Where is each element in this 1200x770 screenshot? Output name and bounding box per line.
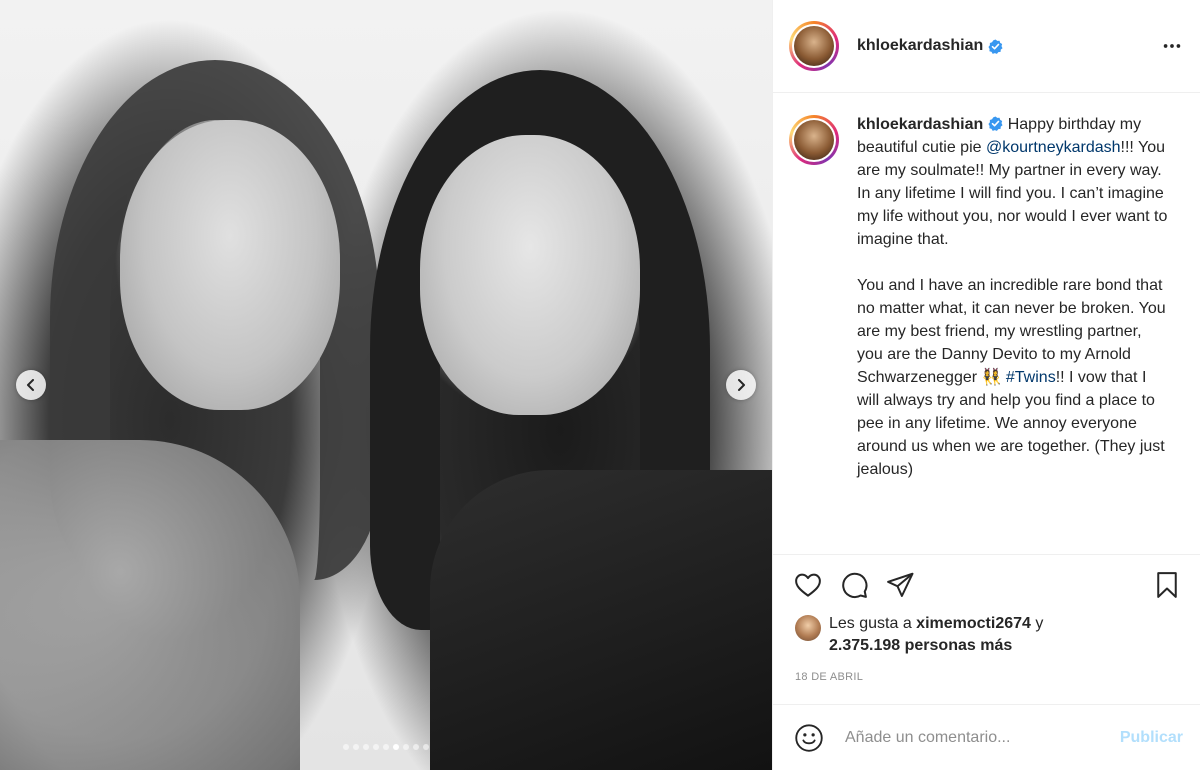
caption-author-avatar[interactable] — [789, 115, 839, 165]
carousel-dot — [353, 744, 359, 750]
publish-button[interactable]: Publicar — [1120, 729, 1183, 747]
likes-middle: y — [1030, 615, 1044, 632]
carousel-dot — [383, 744, 389, 750]
carousel-dot — [403, 744, 409, 750]
chevron-left-icon — [27, 379, 34, 391]
save-button[interactable] — [1150, 568, 1184, 602]
smiley-icon — [795, 723, 823, 752]
post-header: khloekardashian — [773, 0, 1200, 93]
carousel-dot — [363, 744, 369, 750]
carousel-dot — [373, 744, 379, 750]
likes-count-link[interactable]: 2.375.198 personas más — [829, 637, 1012, 654]
like-button[interactable] — [791, 568, 825, 602]
likes-prefix: Les gusta a — [829, 615, 917, 632]
photo-subject-left-face — [120, 120, 340, 410]
photo-subject-right-body — [430, 470, 772, 770]
post-date[interactable]: 18 DE ABRIL — [773, 657, 1200, 683]
carousel-prev-button[interactable] — [16, 370, 46, 400]
liker-username[interactable]: ximemocti2674 — [916, 615, 1031, 632]
caption-username[interactable]: khloekardashian — [857, 116, 983, 133]
post-actions — [773, 555, 1200, 615]
comment-input[interactable] — [845, 728, 1120, 747]
bookmark-icon — [1157, 572, 1177, 598]
carousel-indicator — [0, 744, 772, 750]
post-caption: khloekardashian Happy birthday my beauti… — [857, 113, 1171, 554]
caption-hashtag-link[interactable]: #Twins — [1006, 369, 1056, 386]
photo-subject-left-body — [0, 440, 300, 770]
post-photo[interactable] — [0, 0, 772, 770]
comment-button[interactable] — [837, 568, 871, 602]
carousel-dot — [423, 744, 429, 750]
more-options-button[interactable] — [1160, 34, 1184, 58]
likes-summary: Les gusta a ximemocti2674 y 2.375.198 per… — [773, 613, 1200, 657]
post-sidebar: khloekardashian khloekardashian Happy bi… — [772, 0, 1200, 770]
carousel-dot — [343, 744, 349, 750]
photo-subject-right-face — [420, 135, 640, 415]
carousel-next-button[interactable] — [726, 370, 756, 400]
chevron-right-icon — [738, 379, 745, 391]
liker-avatar[interactable] — [795, 615, 821, 641]
comments-area: khloekardashian Happy birthday my beauti… — [773, 93, 1200, 555]
share-button[interactable] — [883, 568, 917, 602]
verified-badge-icon — [988, 38, 1003, 54]
author-username[interactable]: khloekardashian — [857, 37, 983, 55]
caption-text-body: !!! You are my soulmate!! My partner in … — [857, 139, 1168, 386]
author-avatar-image — [794, 26, 834, 66]
carousel-dot — [413, 744, 419, 750]
caption-mention-link[interactable]: @kourtneykardash — [986, 139, 1121, 156]
caption-author-avatar-image — [794, 120, 834, 160]
paper-plane-icon — [887, 572, 914, 597]
add-comment-form: Publicar — [773, 704, 1200, 770]
heart-icon — [795, 573, 821, 597]
more-horizontal-icon — [1163, 44, 1181, 48]
emoji-button[interactable] — [793, 722, 825, 754]
carousel-dot — [393, 744, 399, 750]
comment-bubble-icon — [842, 572, 868, 599]
author-avatar[interactable] — [789, 21, 839, 71]
verified-badge-icon — [988, 116, 1003, 131]
likes-text: Les gusta a ximemocti2674 y 2.375.198 per… — [829, 613, 1043, 657]
